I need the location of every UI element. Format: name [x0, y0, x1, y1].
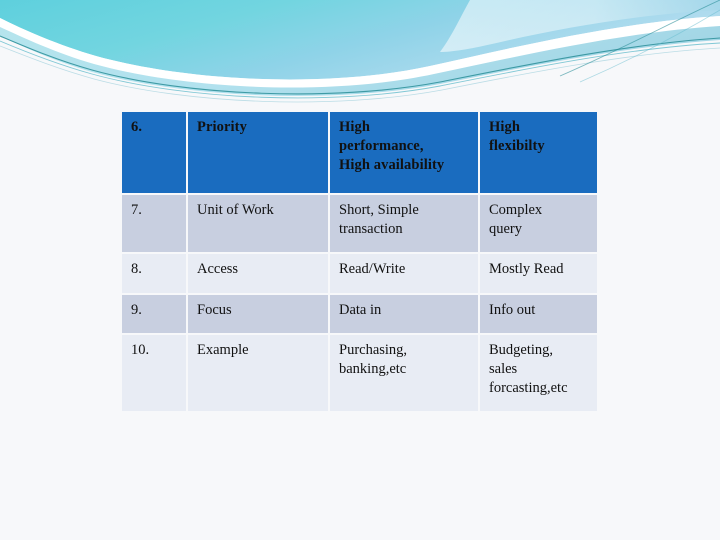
cell-olap: Mostly Read: [480, 254, 597, 293]
olap-line: flexibilty: [489, 137, 545, 154]
row-number: 6.: [131, 119, 143, 135]
cell-olap: Budgeting, sales forcasting,etc: [480, 335, 597, 411]
cell-olap: High flexibilty: [480, 112, 597, 193]
row-number: 9.: [131, 302, 142, 318]
olap-line: Mostly Read: [489, 261, 564, 277]
row-number: 8.: [131, 261, 142, 277]
oltp-line: Read/Write: [339, 261, 406, 277]
table-row-access: 8. Access Read/Write Mostly Read: [122, 254, 597, 293]
flow-swoosh-decoration: [0, 0, 720, 120]
swoosh-diagonal-line-2: [579, 9, 720, 83]
table-body: 6. Priority High performance, High avail…: [122, 112, 597, 411]
oltp-line: performance,: [339, 137, 424, 154]
table-row-focus: 9. Focus Data in Info out: [122, 295, 597, 333]
oltp-line: Purchasing,: [339, 342, 408, 358]
swoosh-hairline-1: [0, 35, 720, 95]
attribute-label: Focus: [197, 302, 232, 318]
row-number: 10.: [131, 342, 150, 358]
table-row-unit-of-work: 7. Unit of Work Short, Simple transactio…: [122, 195, 597, 252]
cell-attribute: Priority: [188, 112, 328, 193]
cell-index: 8.: [122, 254, 186, 293]
cell-attribute: Unit of Work: [188, 195, 328, 252]
olap-line: High: [489, 119, 521, 135]
cell-oltp: Read/Write: [330, 254, 478, 293]
comparison-table: 6. Priority High performance, High avail…: [120, 110, 599, 413]
cell-oltp: Data in: [330, 295, 478, 333]
attribute-label: Example: [197, 342, 249, 358]
oltp-line: banking,etc: [339, 360, 407, 377]
swoosh-highlight-streak: [440, 0, 720, 52]
cell-index: 9.: [122, 295, 186, 333]
swoosh-graphic: [0, 0, 720, 103]
table-row-example: 10. Example Purchasing, banking,etc Budg…: [122, 335, 597, 411]
cell-oltp: Short, Simple transaction: [330, 195, 478, 252]
swoosh-white-sliver: [0, 16, 720, 88]
oltp-line: transaction: [339, 220, 403, 237]
oltp-line: Data in: [339, 302, 382, 318]
swoosh-hairline-3: [0, 45, 720, 103]
swoosh-diagonal-line-1: [559, 0, 720, 77]
cell-olap: Complex query: [480, 195, 597, 252]
cell-olap: Info out: [480, 295, 597, 333]
swoosh-second-band: [0, 26, 720, 96]
attribute-label: Access: [197, 261, 239, 277]
cell-index: 10.: [122, 335, 186, 411]
cell-oltp: High performance, High availability: [330, 112, 478, 193]
olap-line: query: [489, 220, 523, 237]
swoosh-hairline-2: [0, 40, 720, 99]
swoosh-main-band: [0, 0, 720, 80]
cell-oltp: Purchasing, banking,etc: [330, 335, 478, 411]
table-row-priority: 6. Priority High performance, High avail…: [122, 112, 597, 193]
olap-line: sales: [489, 360, 518, 377]
olap-line: Info out: [489, 302, 536, 318]
attribute-label: Priority: [197, 119, 247, 135]
attribute-label: Unit of Work: [197, 202, 274, 218]
row-number: 7.: [131, 202, 142, 218]
cell-index: 6.: [122, 112, 186, 193]
olap-line: Complex: [489, 202, 543, 218]
olap-line: Budgeting,: [489, 342, 554, 358]
slide-canvas: 6. Priority High performance, High avail…: [0, 0, 720, 540]
oltp-line: Short, Simple: [339, 202, 419, 218]
oltp-line: High availability: [339, 156, 445, 173]
cell-attribute: Focus: [188, 295, 328, 333]
olap-line: forcasting,etc: [489, 379, 568, 396]
cell-attribute: Access: [188, 254, 328, 293]
oltp-line: High: [339, 119, 371, 135]
cell-attribute: Example: [188, 335, 328, 411]
cell-index: 7.: [122, 195, 186, 252]
